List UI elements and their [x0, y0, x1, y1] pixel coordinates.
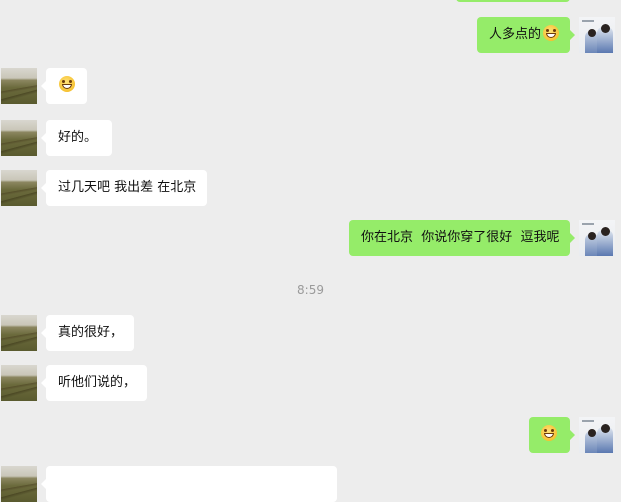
- message-bubble-incoming[interactable]: 听他们说的，: [41, 365, 147, 401]
- message-text: 听他们说的，: [58, 375, 137, 390]
- avatar-contact[interactable]: [1, 68, 37, 104]
- message-bubble-incoming[interactable]: 真的很好，: [41, 315, 134, 351]
- message-bubble-outgoing[interactable]: [529, 417, 575, 453]
- message-text: 人多点的: [489, 27, 542, 42]
- message-bubble-partial-top[interactable]: [456, 0, 570, 2]
- message-timestamp: 8:59: [297, 283, 324, 297]
- grin-emoji-icon: [541, 425, 557, 441]
- message-text: 过几天吧 我出差 在北京: [58, 180, 197, 195]
- avatar-self[interactable]: [579, 417, 615, 453]
- avatar-self[interactable]: [579, 220, 615, 256]
- message-bubble-outgoing[interactable]: 人多点的: [477, 17, 575, 53]
- message-text: 好的。: [58, 130, 98, 145]
- message-text: 你在北京 你说你穿了很好 逗我呢: [361, 230, 560, 245]
- avatar-contact[interactable]: [1, 365, 37, 401]
- avatar-contact[interactable]: [1, 120, 37, 156]
- message-bubble-partial-bottom[interactable]: [41, 466, 337, 502]
- message-bubble-outgoing[interactable]: 你在北京 你说你穿了很好 逗我呢: [349, 220, 575, 256]
- avatar-self[interactable]: [579, 17, 615, 53]
- message-text: 真的很好，: [58, 325, 124, 340]
- avatar-contact[interactable]: [1, 170, 37, 206]
- message-bubble-incoming[interactable]: [41, 68, 87, 104]
- avatar-contact[interactable]: [1, 315, 37, 351]
- message-bubble-incoming[interactable]: 好的。: [41, 120, 112, 156]
- grin-emoji-icon: [59, 76, 75, 92]
- message-bubble-incoming[interactable]: 过几天吧 我出差 在北京: [41, 170, 207, 206]
- avatar-contact[interactable]: [1, 466, 37, 502]
- grin-emoji-icon: [543, 25, 560, 41]
